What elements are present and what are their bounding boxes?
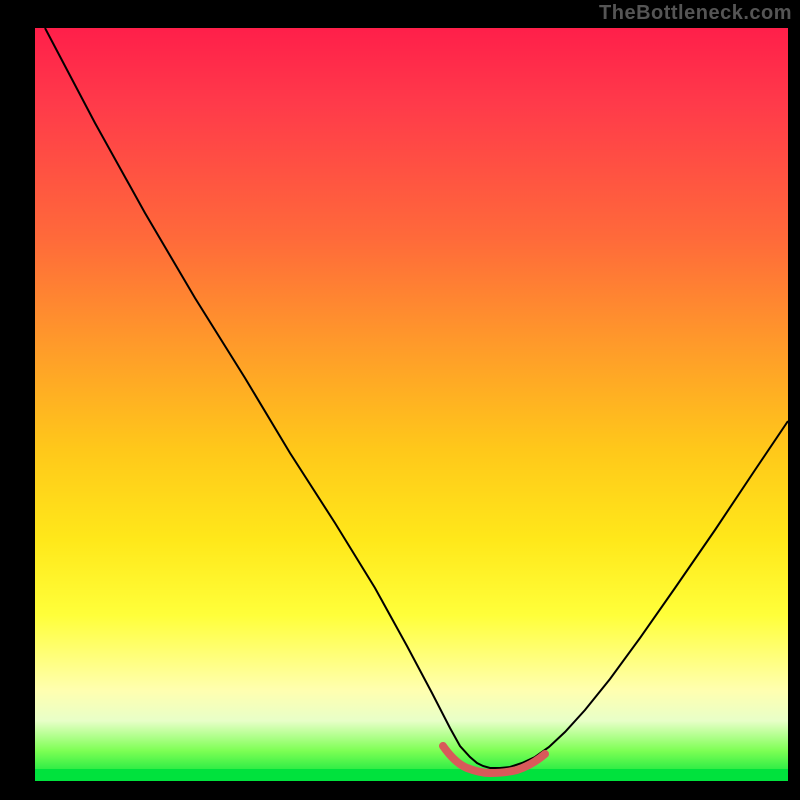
curve-path: [45, 28, 788, 768]
chart-frame: TheBottleneck.com: [0, 0, 800, 800]
bottleneck-curve: [35, 28, 788, 781]
attribution-label: TheBottleneck.com: [599, 2, 792, 25]
plot-area: [35, 28, 788, 781]
